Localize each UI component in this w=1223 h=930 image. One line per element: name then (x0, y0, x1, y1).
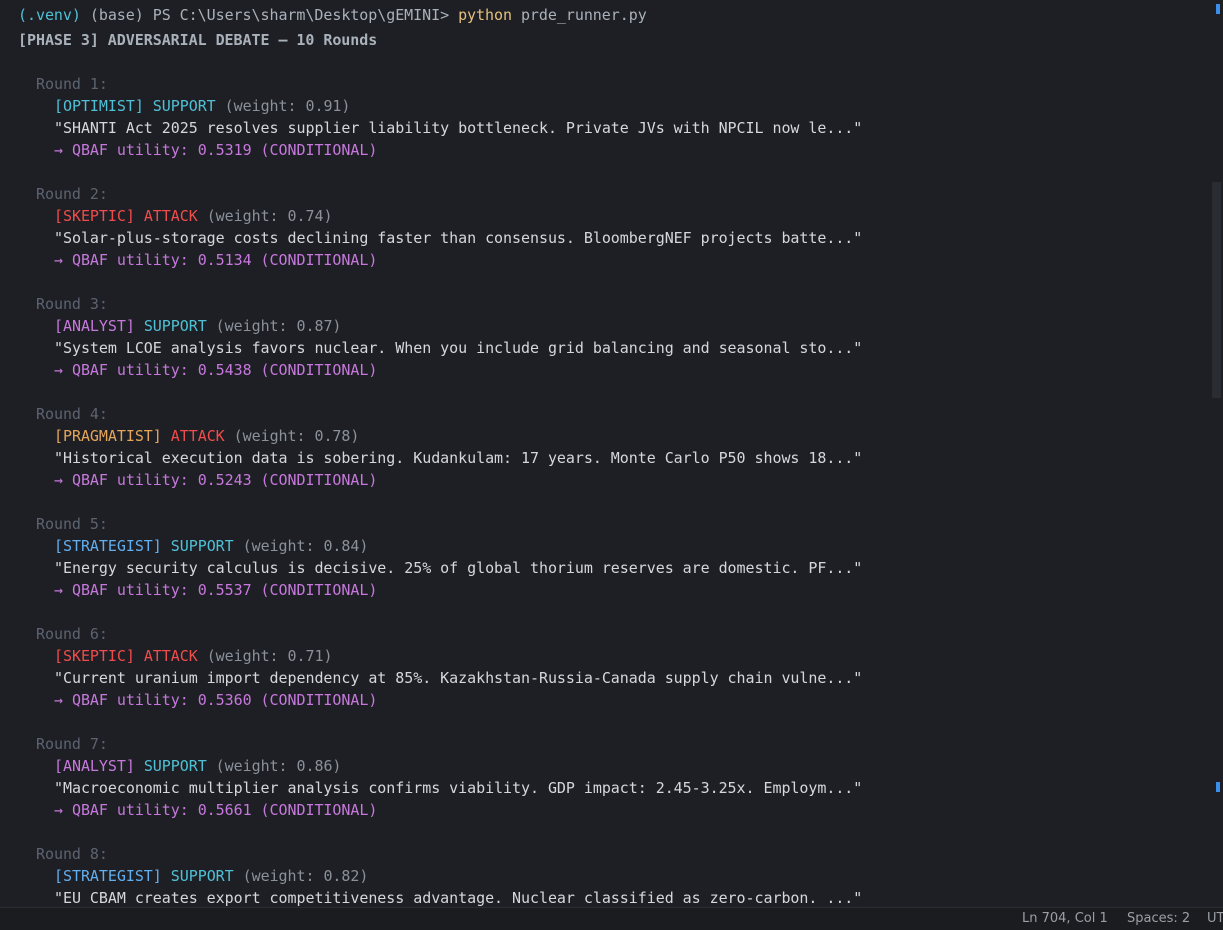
agent-role: [STRATEGIST] (54, 537, 162, 555)
round-agent-line: [OPTIMIST] SUPPORT (weight: 0.91) (54, 95, 350, 117)
argument-weight: (weight: 0.71) (206, 647, 333, 665)
round-agent-line: [STRATEGIST] SUPPORT (weight: 0.82) (54, 865, 368, 887)
argument-quote: "SHANTI Act 2025 resolves supplier liabi… (54, 119, 863, 137)
argument-weight: (weight: 0.86) (215, 757, 342, 775)
round-agent-line: [ANALYST] SUPPORT (weight: 0.86) (54, 755, 341, 777)
round-label: Round 7: (36, 735, 108, 753)
venv-label: (.venv) (18, 6, 81, 24)
qbaf-utility: → QBAF utility: 0.5360 (CONDITIONAL) (54, 691, 378, 709)
argument-weight: (weight: 0.87) (215, 317, 342, 335)
round-agent-line: [ANALYST] SUPPORT (weight: 0.87) (54, 315, 341, 337)
stance-label: ATTACK (143, 647, 198, 665)
command-args: prde_runner.py (520, 6, 647, 24)
qbaf-utility: → QBAF utility: 0.5319 (CONDITIONAL) (54, 141, 378, 159)
round-agent-line: [PRAGMATIST] ATTACK (weight: 0.78) (54, 425, 359, 447)
phase-header: [PHASE 3] ADVERSARIAL DEBATE — 10 Rounds (18, 31, 378, 49)
argument-quote: "Historical execution data is sobering. … (54, 449, 863, 467)
agent-role: [ANALYST] (54, 317, 135, 335)
agent-role: [ANALYST] (54, 757, 135, 775)
argument-weight: (weight: 0.84) (242, 537, 369, 555)
scrollbar-thumb[interactable] (1212, 182, 1221, 398)
qbaf-utility: → QBAF utility: 0.5134 (CONDITIONAL) (54, 251, 378, 269)
scrollbar-marker (1216, 4, 1220, 14)
argument-quote: "Current uranium import dependency at 85… (54, 669, 863, 687)
argument-weight: (weight: 0.91) (224, 97, 351, 115)
stance-label: ATTACK (170, 427, 225, 445)
round-label: Round 3: (36, 295, 108, 313)
agent-role: [SKEPTIC] (54, 647, 135, 665)
round-label: Round 4: (36, 405, 108, 423)
argument-quote: "Energy security calculus is decisive. 2… (54, 559, 863, 577)
argument-quote: "Solar-plus-storage costs declining fast… (54, 229, 863, 247)
indentation-setting[interactable]: Spaces: 2 (1127, 908, 1190, 930)
scrollbar[interactable] (1210, 0, 1223, 908)
argument-quote: "Macroeconomic multiplier analysis confi… (54, 779, 863, 797)
round-label: Round 2: (36, 185, 108, 203)
round-label: Round 8: (36, 845, 108, 863)
stance-label: SUPPORT (143, 317, 207, 335)
round-label: Round 1: (36, 75, 108, 93)
qbaf-utility: → QBAF utility: 0.5243 (CONDITIONAL) (54, 471, 378, 489)
agent-role: [PRAGMATIST] (54, 427, 162, 445)
round-label: Round 6: (36, 625, 108, 643)
encoding-setting[interactable]: UT (1207, 908, 1223, 930)
argument-weight: (weight: 0.78) (233, 427, 360, 445)
agent-role: [OPTIMIST] (54, 97, 144, 115)
round-agent-line: [SKEPTIC] ATTACK (weight: 0.71) (54, 645, 332, 667)
stance-label: SUPPORT (143, 757, 207, 775)
agent-role: [STRATEGIST] (54, 867, 162, 885)
qbaf-utility: → QBAF utility: 0.5438 (CONDITIONAL) (54, 361, 378, 379)
qbaf-utility: → QBAF utility: 0.5661 (CONDITIONAL) (54, 801, 378, 819)
stance-label: SUPPORT (152, 97, 216, 115)
stance-label: SUPPORT (170, 867, 234, 885)
stance-label: ATTACK (143, 207, 198, 225)
agent-role: [SKEPTIC] (54, 207, 135, 225)
argument-weight: (weight: 0.74) (206, 207, 333, 225)
status-bar: Ln 704, Col 1 Spaces: 2 UT (0, 907, 1223, 930)
terminal-output[interactable]: (.venv) (base) PS C:\Users\sharm\Desktop… (0, 0, 1210, 908)
stance-label: SUPPORT (170, 537, 234, 555)
cursor-position[interactable]: Ln 704, Col 1 (1022, 908, 1108, 930)
argument-quote: "EU CBAM creates export competitiveness … (54, 889, 863, 907)
qbaf-utility: → QBAF utility: 0.5537 (CONDITIONAL) (54, 581, 378, 599)
scrollbar-marker (1216, 782, 1220, 792)
argument-quote: "System LCOE analysis favors nuclear. Wh… (54, 339, 863, 357)
command-prompt-line: (.venv) (base) PS C:\Users\sharm\Desktop… (18, 4, 647, 26)
round-label: Round 5: (36, 515, 108, 533)
command-name: python (458, 6, 512, 24)
argument-weight: (weight: 0.82) (242, 867, 369, 885)
prompt-path: (base) PS C:\Users\sharm\Desktop\gEMINI> (80, 6, 450, 24)
round-agent-line: [SKEPTIC] ATTACK (weight: 0.74) (54, 205, 332, 227)
round-agent-line: [STRATEGIST] SUPPORT (weight: 0.84) (54, 535, 368, 557)
